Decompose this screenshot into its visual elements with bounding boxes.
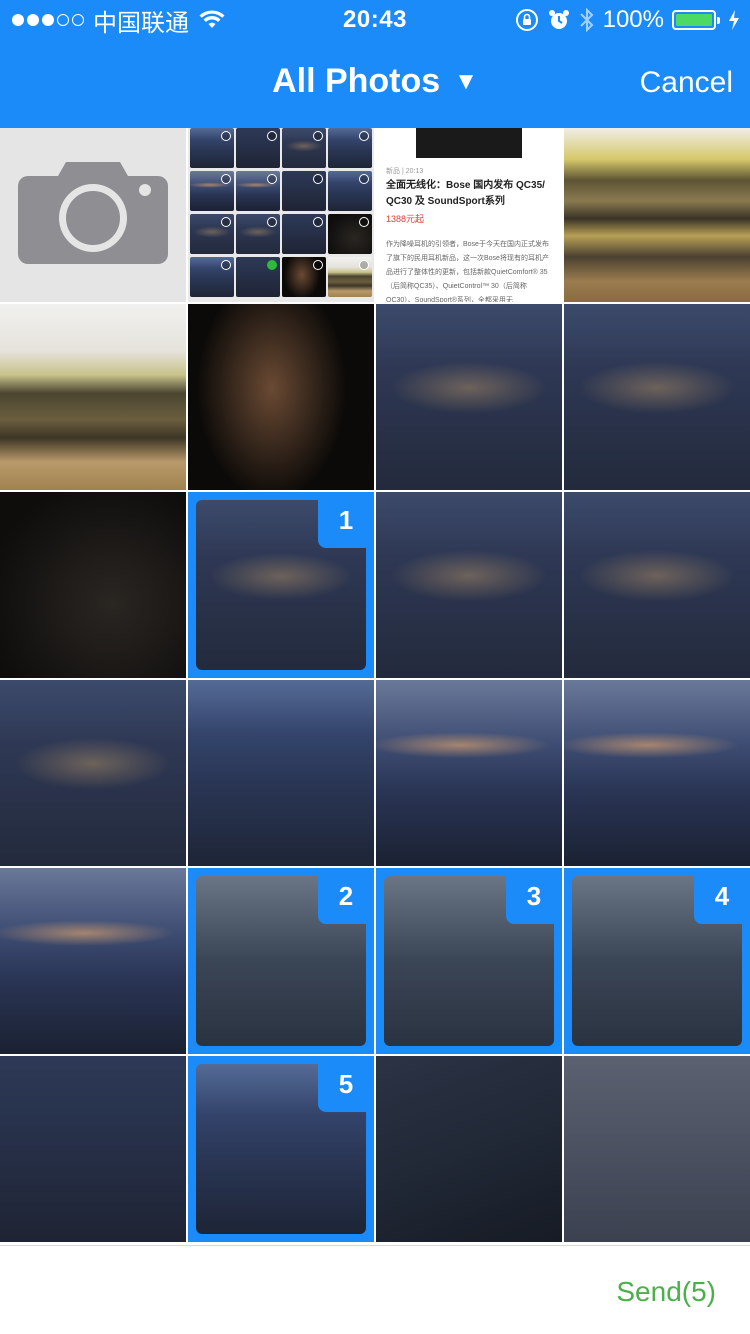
- photo-thumbnail[interactable]: [0, 680, 186, 866]
- photo-thumbnail[interactable]: [0, 1056, 186, 1242]
- photo-image: [0, 1056, 186, 1242]
- article-title: 全面无线化：Bose 国内发布 QC35/ QC30 及 SoundSport系…: [386, 180, 545, 207]
- photo-thumbnail-selected[interactable]: 5: [188, 1056, 374, 1242]
- photo-thumbnail[interactable]: [0, 304, 186, 490]
- photo-thumbnail[interactable]: [376, 680, 562, 866]
- photo-image: [0, 680, 186, 866]
- selection-order-badge: 4: [694, 868, 750, 924]
- bluetooth-icon: [579, 7, 594, 33]
- photo-thumbnail[interactable]: [376, 304, 562, 490]
- photo-thumbnail[interactable]: [564, 680, 750, 866]
- bottom-toolbar: Send(5): [0, 1245, 750, 1334]
- header: 中国联通 20:43 100% All Photos ▼ Cancel: [0, 0, 750, 128]
- photo-thumbnail[interactable]: [188, 680, 374, 866]
- photo-thumbnail[interactable]: [564, 1056, 750, 1242]
- photo-thumbnail[interactable]: [376, 492, 562, 678]
- selection-order-badge: 1: [318, 492, 374, 548]
- photo-thumbnail[interactable]: [564, 128, 750, 302]
- alarm-icon: [548, 10, 569, 29]
- album-selector[interactable]: All Photos ▼: [0, 62, 750, 101]
- photo-image: [564, 492, 750, 678]
- article-screenshot-image: 新品 | 20:13 全面无线化：Bose 国内发布 QC35/ QC30 及 …: [376, 128, 562, 302]
- selection-order-badge: 2: [318, 868, 374, 924]
- page-title: All Photos: [272, 62, 441, 100]
- photo-image: [0, 304, 186, 490]
- photo-image: [564, 1056, 750, 1242]
- photo-thumbnail[interactable]: [188, 128, 374, 302]
- photo-image: [376, 304, 562, 490]
- photo-thumbnail[interactable]: 新品 | 20:13 全面无线化：Bose 国内发布 QC35/ QC30 及 …: [376, 128, 562, 302]
- article-meta: 新品 | 20:13: [386, 168, 424, 175]
- cancel-button[interactable]: Cancel: [640, 66, 733, 100]
- camera-capture-tile[interactable]: [0, 128, 186, 302]
- camera-icon: [18, 162, 168, 264]
- photo-image: [564, 304, 750, 490]
- article-body: 作为降噪耳机的引领者，Bose于今天在国内正式发布了旗下的民用耳机新品，这一次B…: [386, 241, 549, 302]
- dropdown-caret-icon: ▼: [454, 68, 478, 95]
- photo-thumbnail[interactable]: [376, 1056, 562, 1242]
- photo-image: [188, 304, 374, 490]
- photo-image: [564, 128, 750, 302]
- photo-image: [564, 680, 750, 866]
- photo-picker-screen: 中国联通 20:43 100% All Photos ▼ Cancel 新品 |…: [0, 0, 750, 1334]
- lock-rotation-icon: [515, 9, 538, 31]
- selection-order-badge: 5: [318, 1056, 374, 1112]
- screenshot-grid-image: [188, 128, 374, 302]
- status-right: 100%: [515, 6, 740, 34]
- photo-image: [188, 680, 374, 866]
- photo-image: [0, 868, 186, 1054]
- photo-thumbnail-selected[interactable]: 1: [188, 492, 374, 678]
- photo-image: [376, 492, 562, 678]
- photo-thumbnail[interactable]: [188, 304, 374, 490]
- selection-order-badge: 3: [506, 868, 562, 924]
- photo-thumbnail[interactable]: [564, 492, 750, 678]
- photo-thumbnail-selected[interactable]: 4: [564, 868, 750, 1054]
- photo-image: [376, 680, 562, 866]
- charging-icon: [729, 10, 739, 30]
- photo-thumbnail[interactable]: [0, 868, 186, 1054]
- article-price: 1388元起: [386, 214, 425, 224]
- send-button[interactable]: Send(5): [616, 1276, 716, 1308]
- battery-icon: [672, 10, 720, 30]
- photo-grid: 新品 | 20:13 全面无线化：Bose 国内发布 QC35/ QC30 及 …: [0, 128, 750, 1245]
- photo-image: [0, 492, 186, 678]
- photo-thumbnail-selected[interactable]: 2: [188, 868, 374, 1054]
- status-bar: 中国联通 20:43 100%: [0, 0, 750, 40]
- photo-thumbnail[interactable]: [564, 304, 750, 490]
- photo-image: [376, 1056, 562, 1242]
- photo-thumbnail[interactable]: [0, 492, 186, 678]
- photo-thumbnail-selected[interactable]: 3: [376, 868, 562, 1054]
- battery-percent: 100%: [602, 6, 664, 33]
